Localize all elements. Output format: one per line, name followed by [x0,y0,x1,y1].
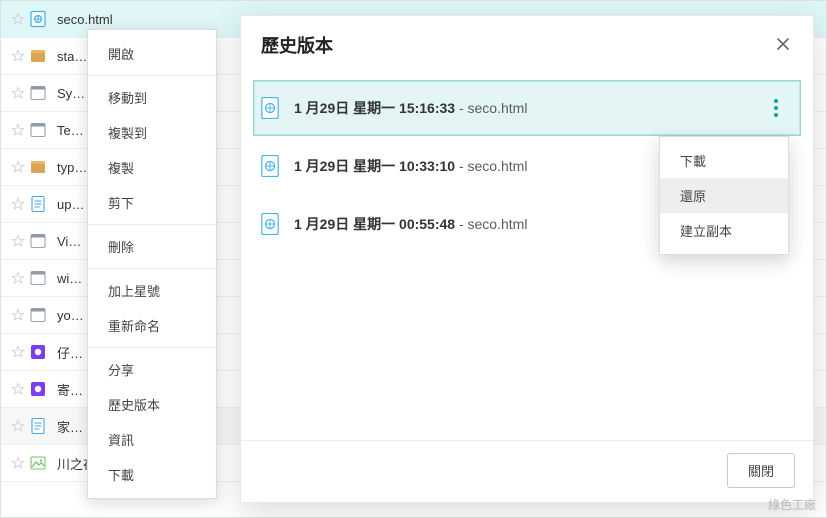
context-menu-item[interactable]: 複製到 [88,115,216,150]
menu-separator [88,75,216,76]
star-icon[interactable] [7,197,29,211]
context-menu-item[interactable]: 複製 [88,150,216,185]
version-list: 1 月29日 星期一 15:16:33 - seco.html 1 月29日 星期… [241,72,813,440]
context-menu-item[interactable]: 刪除 [88,229,216,264]
star-icon[interactable] [7,271,29,285]
file-type-icon [29,454,47,472]
file-context-menu: 開啟移動到複製到複製剪下刪除加上星號重新命名分享歷史版本資訊下載 [87,29,217,499]
version-label: 1 月29日 星期一 15:16:33 - seco.html [294,98,527,118]
context-menu-item[interactable]: 剪下 [88,185,216,220]
version-menu-item[interactable]: 建立副本 [660,213,788,248]
close-icon[interactable] [773,35,793,55]
star-icon[interactable] [7,49,29,63]
file-type-icon [29,84,47,102]
file-type-icon [29,121,47,139]
file-type-icon [29,195,47,213]
star-icon[interactable] [7,86,29,100]
star-icon[interactable] [7,308,29,322]
version-history-dialog: 歷史版本 1 月29日 星期一 15:16:33 - seco.html1 月2… [240,15,814,503]
version-menu-item[interactable]: 還原 [660,178,788,213]
file-type-icon [260,212,280,236]
file-type-icon [29,306,47,324]
context-menu-item[interactable]: 加上星號 [88,273,216,308]
context-menu-item[interactable]: 資訊 [88,422,216,457]
file-type-icon [29,232,47,250]
menu-separator [88,268,216,269]
star-icon[interactable] [7,160,29,174]
context-menu-item[interactable]: 開啟 [88,36,216,71]
file-type-icon [260,154,280,178]
context-menu-item[interactable]: 重新命名 [88,308,216,343]
context-menu-item[interactable]: 下載 [88,457,216,492]
version-label: 1 月29日 星期一 00:55:48 - seco.html [294,214,527,234]
version-label: 1 月29日 星期一 10:33:10 - seco.html [294,156,527,176]
file-type-icon [29,47,47,65]
version-row[interactable]: 1 月29日 星期一 15:16:33 - seco.html [253,80,801,136]
more-icon[interactable] [764,96,788,120]
close-button[interactable]: 關閉 [727,453,795,488]
file-type-icon [29,417,47,435]
file-type-icon [29,158,47,176]
star-icon[interactable] [7,382,29,396]
version-menu-item[interactable]: 下載 [660,143,788,178]
context-menu-item[interactable]: 歷史版本 [88,387,216,422]
context-menu-item[interactable]: 移動到 [88,80,216,115]
context-menu-item[interactable]: 分享 [88,352,216,387]
version-action-menu: 下載還原建立副本 [659,136,789,255]
menu-separator [88,224,216,225]
star-icon[interactable] [7,12,29,26]
star-icon[interactable] [7,234,29,248]
star-icon[interactable] [7,123,29,137]
star-icon[interactable] [7,345,29,359]
menu-separator [88,347,216,348]
file-type-icon [29,343,47,361]
file-type-icon [29,269,47,287]
file-type-icon [260,96,280,120]
star-icon[interactable] [7,456,29,470]
file-type-icon [29,380,47,398]
file-type-icon [29,10,47,28]
dialog-title: 歷史版本 [261,32,333,58]
star-icon[interactable] [7,419,29,433]
